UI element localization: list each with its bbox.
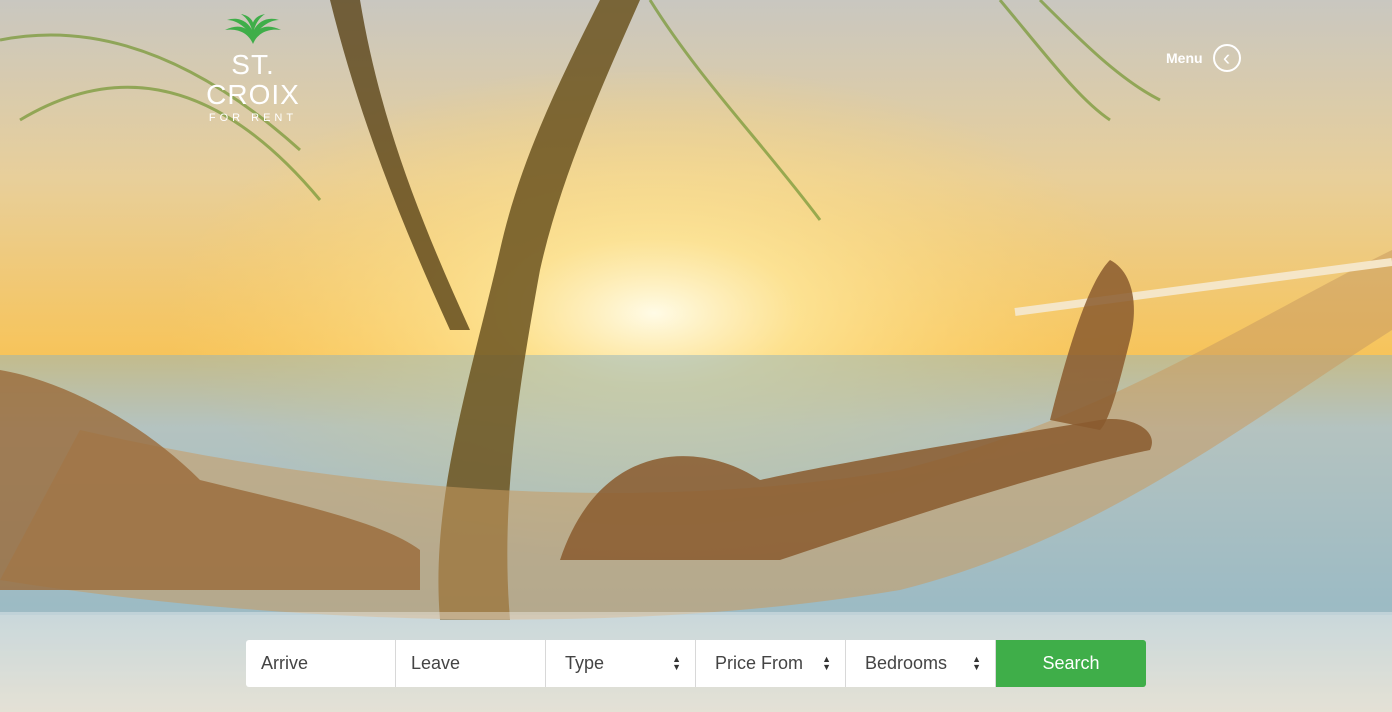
bedrooms-select-label: Bedrooms <box>865 653 948 673</box>
price-select-label: Price From <box>715 653 804 673</box>
price-from-select[interactable]: Price From ▲ ▼ <box>696 640 846 687</box>
brand-title: ST. CROIX <box>206 49 300 110</box>
menu-toggle[interactable]: Menu ‹ <box>1166 44 1241 72</box>
brand-logo[interactable]: ST. CROIX FOR RENT <box>182 14 324 124</box>
brand-subtitle: FOR RENT <box>208 112 298 124</box>
arrive-date-input[interactable]: Arrive <box>246 640 396 687</box>
menu-label: Menu <box>1166 50 1203 66</box>
select-arrows-icon: ▲ ▼ <box>822 654 831 672</box>
type-select-label: Type <box>565 653 605 673</box>
leave-placeholder: Leave <box>411 653 461 673</box>
search-form: Arrive Leave Type ▲ ▼ Price From ▲ ▼ Bedro… <box>246 640 1146 687</box>
arrive-placeholder: Arrive <box>261 653 309 673</box>
type-select[interactable]: Type ▲ ▼ <box>546 640 696 687</box>
leave-date-input[interactable]: Leave <box>396 640 546 687</box>
select-arrows-icon: ▲ ▼ <box>672 654 681 672</box>
bedrooms-select[interactable]: Bedrooms ▲ ▼ <box>846 640 996 687</box>
chevron-left-icon: ‹ <box>1212 44 1241 72</box>
select-arrows-icon: ▲ ▼ <box>972 654 981 672</box>
palm-tree-icon <box>225 14 281 44</box>
search-button[interactable]: Search <box>996 640 1146 687</box>
